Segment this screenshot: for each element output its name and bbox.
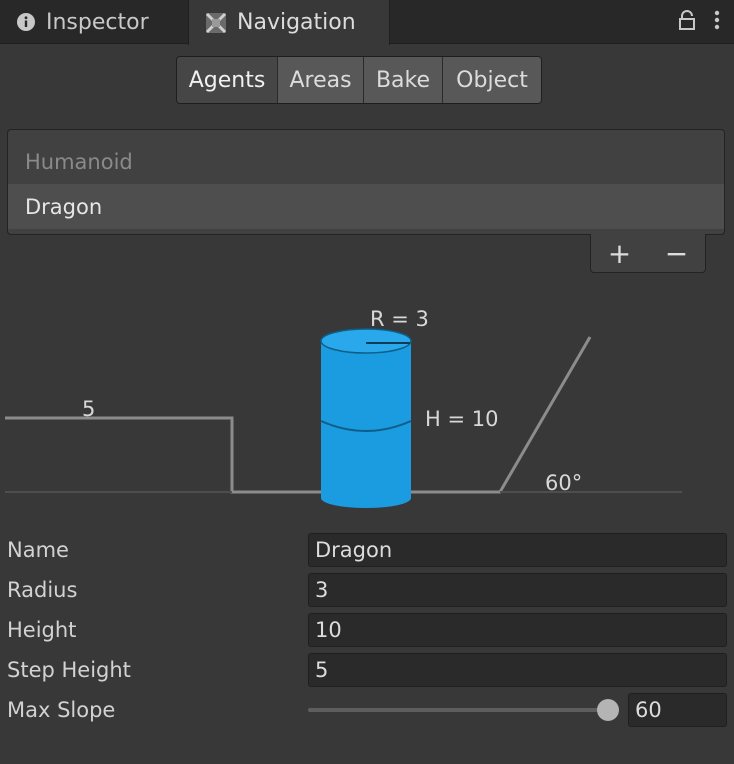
list-item-humanoid[interactable]: Humanoid xyxy=(8,139,724,184)
max-slope-slider-track[interactable] xyxy=(308,708,610,712)
max-slope-field[interactable]: 60 xyxy=(628,693,727,727)
tab-inspector-label: Inspector xyxy=(46,9,149,35)
name-field[interactable]: Dragon xyxy=(308,533,727,567)
list-item-dragon[interactable]: Dragon xyxy=(8,184,724,229)
height-label-prop: Height xyxy=(7,618,77,642)
max-slope-slider-handle[interactable] xyxy=(597,699,619,721)
step-height-field[interactable]: 5 xyxy=(308,653,727,687)
height-label: H = 10 xyxy=(425,407,498,431)
agent-cylinder xyxy=(320,328,412,508)
agent-diagram: R = 3 H = 10 5 60° xyxy=(5,307,682,508)
bake-tab-button[interactable]: Bake xyxy=(364,57,443,103)
tab-bar: Inspector Navigation xyxy=(0,0,734,45)
areas-tab-button[interactable]: Areas xyxy=(278,57,364,103)
slope-label: 60° xyxy=(545,471,582,495)
add-agent-button[interactable]: + xyxy=(608,237,631,270)
remove-agent-button[interactable]: − xyxy=(665,237,688,270)
max-slope-label: Max Slope xyxy=(7,698,116,722)
agent-list: Humanoid Dragon xyxy=(7,129,725,235)
tab-navigation-label: Navigation xyxy=(237,10,356,35)
step-height-label-prop: Step Height xyxy=(7,658,131,682)
agents-tab-button[interactable]: Agents xyxy=(177,57,278,103)
radius-field[interactable]: 3 xyxy=(308,573,727,607)
tab-navigation[interactable]: Navigation xyxy=(188,0,390,45)
info-icon xyxy=(16,12,36,32)
step-height-label: 5 xyxy=(82,397,95,421)
height-field[interactable]: 10 xyxy=(308,613,727,647)
radius-label-prop: Radius xyxy=(7,578,78,602)
navigation-mode-toolbar: Agents Areas Bake Object xyxy=(176,56,542,104)
list-footer: + − xyxy=(590,234,706,273)
navigation-icon xyxy=(205,12,227,34)
name-label: Name xyxy=(7,538,69,562)
lock-icon[interactable] xyxy=(678,10,696,34)
more-options-icon[interactable] xyxy=(714,10,720,34)
object-tab-button[interactable]: Object xyxy=(443,57,541,103)
radius-label: R = 3 xyxy=(370,307,429,331)
tab-inspector[interactable]: Inspector xyxy=(0,0,186,44)
